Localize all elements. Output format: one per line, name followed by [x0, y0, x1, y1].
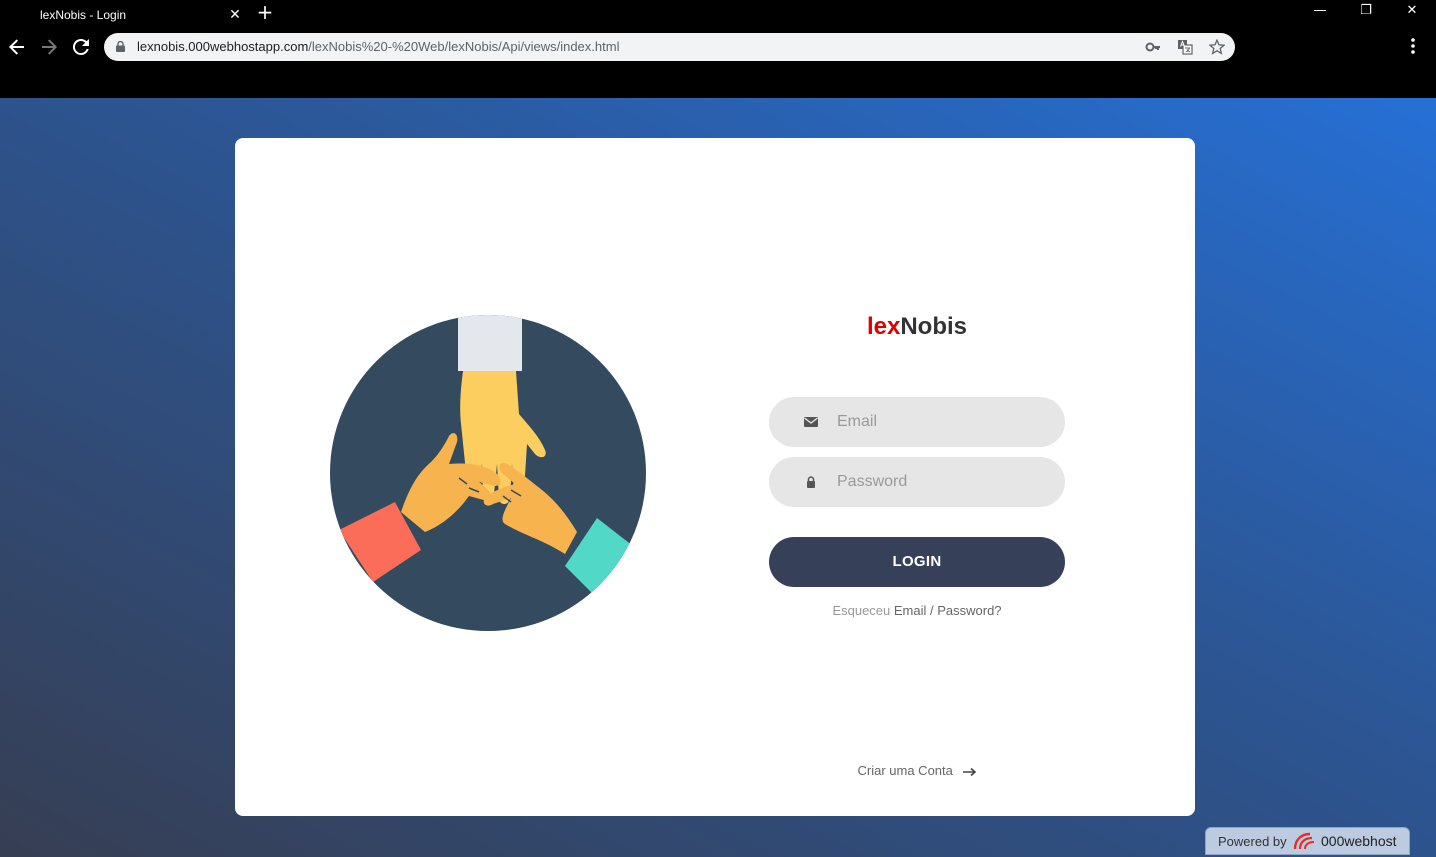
long-arrow-right-icon — [962, 767, 976, 776]
window-close-button[interactable]: ✕ — [1389, 0, 1435, 22]
window-restore-button[interactable]: ❐ — [1343, 0, 1389, 22]
window-minimize-button[interactable]: — — [1297, 0, 1343, 22]
create-account-label: Criar uma Conta — [857, 763, 953, 778]
browser-tab-bar: lexNobis - Login ✕ + — ❐ ✕ — [0, 0, 1436, 30]
arrow-right-icon — [42, 39, 57, 55]
forgot-password-row: Esqueceu Email / Password? — [769, 603, 1065, 618]
browser-toolbar: lexnobis.000webhostapp.com/lexNobis%20-%… — [0, 30, 1436, 98]
password-field-wrapper — [769, 457, 1065, 507]
browser-tab[interactable]: lexNobis - Login ✕ — [8, 0, 244, 30]
tab-title: lexNobis - Login — [40, 8, 127, 22]
brand-prefix: lex — [866, 313, 901, 340]
brand-logo: lexNobis — [769, 313, 1065, 341]
url-text: lexnobis.000webhostapp.com/lexNobis%20-%… — [137, 33, 619, 61]
login-button[interactable]: LOGIN — [769, 537, 1065, 587]
page-viewport: lexNobis LOGIN Esqueceu Email / Password… — [0, 98, 1436, 857]
forgot-prefix: Esqueceu — [832, 603, 891, 618]
reload-button[interactable] — [70, 36, 92, 58]
url-path: /lexNobis%20-%20Web/lexNobis/Api/views/i… — [308, 39, 620, 54]
envelope-icon — [804, 417, 818, 427]
email-input[interactable] — [837, 397, 1047, 447]
host-brand: 000webhost — [1321, 833, 1397, 849]
padlock-icon — [807, 476, 815, 488]
create-account-link[interactable]: Criar uma Conta — [769, 763, 1065, 778]
brand-suffix: Nobis — [900, 313, 968, 340]
password-input[interactable] — [837, 457, 1047, 507]
arrow-left-icon — [9, 39, 24, 55]
lock-icon — [116, 41, 125, 52]
forgot-password-link[interactable]: Email / Password? — [894, 603, 1002, 618]
forward-button[interactable] — [38, 36, 60, 58]
key-icon[interactable] — [1145, 39, 1161, 55]
teamwork-hands-illustration — [330, 315, 646, 631]
kebab-menu-icon[interactable] — [1405, 38, 1421, 58]
powered-by-label: Powered by — [1218, 834, 1287, 849]
email-field-wrapper — [769, 397, 1065, 447]
back-button[interactable] — [6, 36, 28, 58]
login-card: lexNobis LOGIN Esqueceu Email / Password… — [235, 138, 1195, 816]
reload-icon — [72, 38, 89, 55]
new-tab-button[interactable]: + — [255, 1, 275, 23]
tab-close-icon[interactable]: ✕ — [226, 5, 244, 23]
000webhost-logo-icon — [1293, 832, 1315, 850]
star-icon[interactable] — [1209, 39, 1225, 55]
url-host: lexnobis.000webhostapp.com — [137, 39, 309, 54]
translate-icon[interactable] — [1177, 39, 1193, 55]
powered-by-badge[interactable]: Powered by 000webhost — [1205, 827, 1410, 855]
address-bar[interactable]: lexnobis.000webhostapp.com/lexNobis%20-%… — [104, 33, 1235, 61]
